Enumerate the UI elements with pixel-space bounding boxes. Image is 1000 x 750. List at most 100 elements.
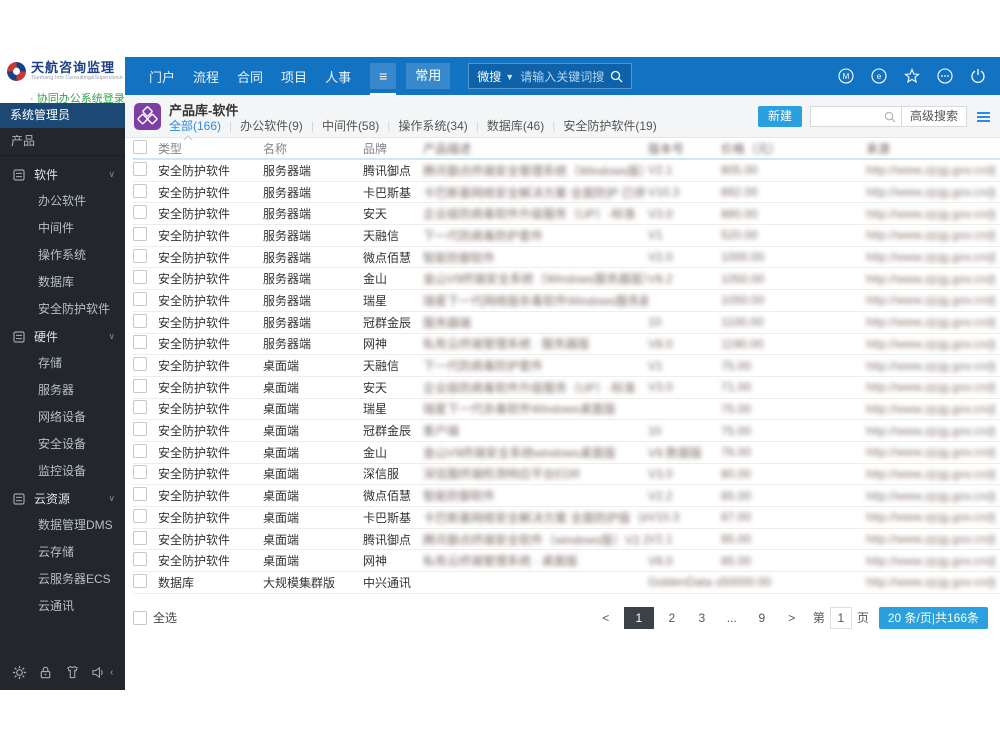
row-checkbox[interactable] [133, 400, 147, 415]
sidebar-group-2[interactable]: 云资源 ∨ [0, 485, 125, 512]
page-button-3[interactable]: 3 [690, 607, 714, 629]
next-page-button[interactable]: > [780, 607, 804, 629]
row-checkbox[interactable] [133, 573, 147, 588]
column-header-1[interactable]: 名称 [263, 140, 363, 157]
nav-tab-0[interactable]: 门户 [149, 67, 175, 86]
table-row[interactable]: 安全防护软件 服务器端 金山 金山V9终端安全系统（Windows服务器版） V8.2 1… [133, 268, 1000, 291]
page-size-selector[interactable]: 20 条/页|共166条 [878, 606, 988, 629]
sidebar-section-product[interactable]: 产品 [0, 128, 125, 156]
filter-tab-3[interactable]: 操作系统(34) [398, 117, 467, 138]
row-checkbox[interactable] [133, 205, 147, 220]
search-category[interactable]: 微搜 [477, 68, 501, 85]
table-row[interactable]: 安全防护软件 桌面端 安天 企业级防病毒软件升级服务（UP）-标准 V3.0 71.00 h… [133, 377, 1000, 399]
nav-menu-toggle[interactable]: ≡ [370, 63, 397, 95]
sidebar-item-1-4[interactable]: 监控设备 [0, 458, 125, 485]
row-checkbox[interactable] [133, 378, 147, 393]
column-header-4[interactable]: 版本号 [648, 140, 721, 157]
sidebar-group-1[interactable]: 硬件 ∨ [0, 323, 125, 350]
row-checkbox[interactable] [133, 161, 147, 176]
page-jump-input[interactable]: 1 [829, 606, 852, 629]
table-row[interactable]: 安全防护软件 服务器端 网神 私有云终端管理系统 · 服务器版 V8.0 1190.00 h… [133, 334, 1000, 356]
sidebar-item-0-0[interactable]: 办公软件 [0, 188, 125, 215]
table-row[interactable]: 安全防护软件 桌面端 冠群金辰 客户端 10 75.00 http://www.zjcjg.… [133, 420, 1000, 442]
theme-shirt-icon[interactable] [65, 665, 80, 680]
nav-tab-1[interactable]: 流程 [193, 67, 219, 86]
table-row[interactable]: 数据库大规模集群版中兴通讯GoldenData s…50000.00http:/… [133, 572, 1000, 594]
sidebar-item-1-1[interactable]: 服务器 [0, 377, 125, 404]
table-row[interactable]: 安全防护软件 桌面端 深信服 深信服终端检测响应平台EDR V3.0 80.00 http:… [133, 464, 1000, 486]
row-checkbox[interactable] [133, 335, 147, 350]
table-row[interactable]: 安全防护软件 桌面端 腾讯御点 腾讯御点终端安全软件（windows版）V2.1 V2.… [133, 529, 1000, 551]
search-input[interactable]: 请输入关键词搜 [520, 68, 604, 85]
sidebar-item-1-0[interactable]: 存储 [0, 350, 125, 377]
page-button-9[interactable]: 9 [750, 607, 774, 629]
sidebar-item-2-3[interactable]: 云通讯 [0, 593, 125, 620]
column-header-2[interactable]: 品牌 [363, 140, 423, 157]
page-button-...[interactable]: ... [720, 607, 744, 629]
column-header-0[interactable]: 类型 [158, 140, 263, 157]
row-checkbox[interactable] [133, 443, 147, 458]
filter-tab-5[interactable]: 安全防护软件(19) [563, 117, 656, 138]
prev-page-button[interactable]: < [594, 607, 618, 629]
sidebar-item-1-3[interactable]: 安全设备 [0, 431, 125, 458]
row-checkbox[interactable] [133, 422, 147, 437]
search-icon[interactable] [610, 70, 623, 83]
row-checkbox[interactable] [133, 248, 147, 263]
sidebar-item-1-2[interactable]: 网络设备 [0, 404, 125, 431]
nav-tab-4[interactable]: 人事 [325, 67, 351, 86]
column-header-6[interactable]: 来源 [866, 140, 996, 157]
table-row[interactable]: 安全防护软件 服务器端 天融信 下一代防病毒防护套件 V1 520.00 http://ww… [133, 225, 1000, 247]
filter-tab-0[interactable]: 全部(166) [169, 117, 221, 141]
settings-gear-icon[interactable] [12, 665, 27, 680]
e-badge-icon[interactable]: e [871, 68, 887, 84]
table-row[interactable]: 安全防护软件 桌面端 网神 私有云终端管理系统 · 桌面版 V8.0 85.00 http:… [133, 550, 1000, 573]
row-checkbox[interactable] [133, 357, 147, 372]
row-checkbox[interactable] [133, 552, 147, 567]
favorite-star-icon[interactable] [904, 68, 920, 84]
more-ellipsis-icon[interactable] [937, 68, 953, 84]
table-row[interactable]: 安全防护软件 服务器端 冠群金辰 服务器端 10 1100.00 http://www.zj… [133, 312, 1000, 334]
row-checkbox[interactable] [133, 508, 147, 523]
table-row[interactable]: 安全防护软件 服务器端 瑞星 瑞星下一代网络版杀毒软件Windows服务器版 1050.… [133, 290, 1000, 312]
table-row[interactable]: 安全防护软件 服务器端 安天 企业级防病毒软件升级服务（UP）-标准 V3.0 880.0… [133, 203, 1000, 226]
sidebar-item-2-2[interactable]: 云服务器ECS [0, 566, 125, 593]
sidebar-item-0-3[interactable]: 数据库 [0, 269, 125, 296]
table-row[interactable]: 安全防护软件 服务器端 卡巴斯基 卡巴斯基网络安全解决方案 全面防护 已停 V10.3 8… [133, 182, 1000, 204]
advanced-search-button[interactable]: 高级搜索 [901, 106, 967, 127]
lock-icon[interactable] [38, 665, 53, 680]
column-header-3[interactable]: 产品描述 [423, 140, 648, 157]
row-checkbox[interactable] [133, 291, 147, 306]
list-view-icon[interactable] [977, 111, 990, 122]
sidebar-group-0[interactable]: 软件 ∨ [0, 161, 125, 188]
filter-tab-4[interactable]: 数据库(46) [487, 117, 544, 138]
select-all-checkbox[interactable] [133, 610, 147, 625]
row-checkbox[interactable] [133, 226, 147, 241]
sidebar-item-0-4[interactable]: 安全防护软件 [0, 296, 125, 323]
table-row[interactable]: 安全防护软件 桌面端 金山 金山V9终端安全系统windows桌面版 V9.数据版 76.… [133, 442, 1000, 464]
table-row[interactable]: 安全防护软件 服务器端 腾讯御点 腾讯御点终端安全管理系统（Windows版） V2.1… [133, 160, 1000, 182]
table-row[interactable]: 安全防护软件 桌面端 瑞星 瑞星下一代杀毒软件Windows桌面版 75.00 http:… [133, 399, 1000, 421]
page-button-1[interactable]: 1 [623, 606, 654, 629]
row-checkbox[interactable] [133, 530, 147, 545]
new-button[interactable]: 新建 [757, 106, 802, 127]
global-search[interactable]: 微搜 ▼ 请输入关键词搜 [468, 63, 633, 89]
nav-tab-common[interactable]: 常用 [406, 63, 451, 89]
oa-login-link[interactable]: · 协同办公系统登录 [30, 90, 125, 106]
sidebar-item-2-1[interactable]: 云存储 [0, 539, 125, 566]
table-row[interactable]: 安全防护软件 服务器端 微点佰慧 智能防御软件 V2.0 1000.00 http://ww… [133, 247, 1000, 269]
sidebar-item-2-0[interactable]: 数据管理DMS [0, 512, 125, 539]
sidebar-item-0-2[interactable]: 操作系统 [0, 242, 125, 269]
header-checkbox[interactable] [133, 139, 147, 154]
volume-speaker-icon[interactable] [91, 665, 106, 680]
page-button-2[interactable]: 2 [660, 607, 684, 629]
row-checkbox[interactable] [133, 487, 147, 502]
table-row[interactable]: 安全防护软件桌面端卡巴斯基卡巴斯基网络安全解决方案 全面防护版（KES）- KS… [133, 507, 1000, 529]
power-icon[interactable] [970, 68, 986, 84]
sidebar-item-0-1[interactable]: 中间件 [0, 215, 125, 242]
nav-tab-3[interactable]: 项目 [281, 67, 307, 86]
row-checkbox[interactable] [133, 270, 147, 285]
table-row[interactable]: 安全防护软件 桌面端 微点佰慧 智能防御软件 V2.2 85.00 http://www.z… [133, 485, 1000, 507]
m-badge-icon[interactable]: M [838, 68, 854, 84]
nav-tab-2[interactable]: 合同 [237, 67, 263, 86]
column-header-5[interactable]: 价格（元） [721, 140, 866, 157]
